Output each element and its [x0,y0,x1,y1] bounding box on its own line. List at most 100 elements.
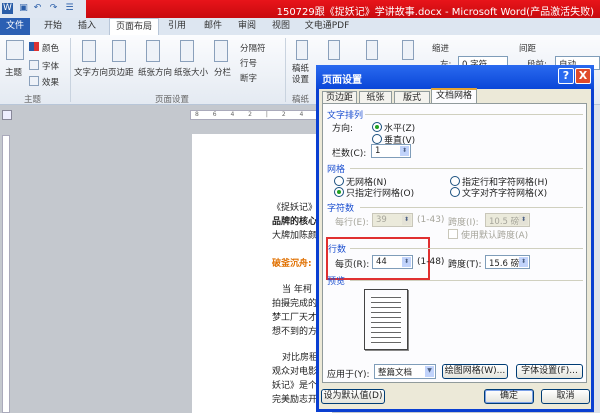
preview-section: 预览 [327,277,346,287]
drawing-grid-button[interactable]: 绘图网格(W)... [442,364,508,379]
doc-line: 观众对电影 [272,367,318,377]
tab-pdf[interactable]: 文电通PDF [302,18,352,35]
vertical-radio[interactable] [372,134,382,144]
spinner-icon[interactable]: ⬍ [400,146,409,156]
per-line-range: (1-43) [417,215,445,225]
spinner-icon[interactable]: ⬍ [519,215,528,225]
tab-selector-icon[interactable] [2,110,12,120]
theme-button[interactable]: 主题 [5,66,22,78]
doc-line: 品牌的核心 [272,217,318,227]
spinner-icon[interactable]: ⬍ [402,257,411,267]
tab-mailings[interactable]: 邮件 [198,18,228,35]
tab-file[interactable]: 文件 [0,18,30,35]
margins-button[interactable]: 页边距 [108,66,134,78]
doc-line: 完美励志开 [272,395,318,405]
no-grid-radio[interactable] [334,176,344,186]
fonts-button[interactable]: 字体 [42,60,59,72]
set-default-button[interactable]: 设为默认值(D) [321,389,385,404]
tab-review[interactable]: 审阅 [232,18,262,35]
char-pitch-label: 跨度(I): [448,218,479,228]
doc-line: 《捉妖记》 [272,203,318,213]
text-flow-section: 文字排列 [327,111,364,121]
text-direction-button[interactable]: 文字方向 [74,66,108,78]
doc-line: 拍摄完成的 [272,299,318,309]
word-icon: W [2,3,13,14]
horizontal-radio[interactable] [372,122,382,132]
size-icon [180,40,194,62]
manuscript-button[interactable]: 稿纸设置 [292,64,310,86]
chevron-down-icon[interactable]: ▼ [425,366,434,377]
watermark-icon[interactable] [328,40,340,60]
horizontal-ruler[interactable]: 8 6 4 2 | 2 4 [190,110,320,120]
divider [365,114,583,115]
tab-references[interactable]: 引用 [162,18,192,35]
line-numbers-button[interactable]: 行号 [240,57,257,69]
default-pitch-checkbox[interactable] [448,229,458,239]
orientation-button[interactable]: 纸张方向 [138,66,172,78]
tab-page-layout[interactable]: 页面布局 [109,18,159,35]
columns-input[interactable]: 1 ⬍ [371,144,411,158]
doc-line: 当 年柯 [282,285,312,295]
tab-home[interactable]: 开始 [38,18,68,35]
per-page-value: 44 [376,257,387,267]
snap-chars-grid-radio[interactable] [450,187,460,197]
tab-insert[interactable]: 插入 [72,18,102,35]
spinner-icon[interactable]: ⬍ [519,257,528,267]
doc-line: 想不到的方 [272,327,318,337]
theme-icon[interactable] [6,40,24,60]
colors-icon [29,42,39,51]
text-direction-icon [82,40,96,62]
close-button[interactable]: X [575,68,591,84]
list-icon[interactable]: ☰ [64,3,75,14]
lines-only-grid-radio[interactable] [334,187,344,197]
cancel-button[interactable]: 取消 [541,389,590,404]
divider [350,280,583,281]
doc-line: 妖记》是个 [272,381,318,391]
default-pitch-label: 使用默认跨度(A) [461,231,529,241]
divider [350,248,583,249]
effects-button[interactable]: 效果 [42,76,59,88]
char-pitch-input[interactable]: 10.5 磅 ⬍ [485,213,530,227]
margins-icon [112,40,126,62]
font-settings-button[interactable]: 字体设置(F)... [516,364,583,379]
line-pitch-input[interactable]: 15.6 磅 ⬍ [485,255,530,269]
save-icon[interactable]: ▣ [18,3,29,14]
vertical-scrollbar[interactable] [594,105,600,413]
hyphenation-button[interactable]: 断字 [240,72,257,84]
per-page-label: 每页(R): [335,260,370,270]
breaks-button[interactable]: 分隔符 [240,42,266,54]
per-line-label: 每行(E): [335,218,369,228]
indent-title: 缩进 [432,44,450,54]
spinner-icon[interactable]: ⬍ [402,215,411,225]
size-button[interactable]: 纸张大小 [174,66,208,78]
spacing-title: 间距 [519,44,537,54]
grid-section: 网格 [327,165,346,175]
per-line-input[interactable]: 39 ⬍ [372,213,413,227]
columns-button[interactable]: 分栏 [214,66,231,78]
manuscript-icon [296,40,308,60]
line-pitch-label: 跨度(T): [448,260,482,270]
tab-view[interactable]: 视图 [266,18,296,35]
tab-document-grid[interactable]: 文档网格 [431,88,477,104]
doc-line: 大牌加陈颜 [272,231,318,241]
divider [350,168,583,169]
redo-icon[interactable]: ↷ [48,3,59,14]
direction-label: 方向: [332,124,354,134]
per-page-input[interactable]: 44 ⬍ [372,255,413,269]
help-button[interactable]: ? [558,68,574,84]
doc-heading: 破釜沉舟: [272,259,312,269]
per-page-range: (1-48) [417,257,445,267]
vertical-ruler[interactable] [2,135,10,413]
columns-icon [214,40,228,62]
page-borders-icon[interactable] [402,40,414,60]
page-color-icon[interactable] [366,40,378,60]
preview-page-icon [364,289,408,350]
ok-button[interactable]: 确定 [484,389,534,404]
dialog-title: 页面设置 [316,65,594,89]
lines-chars-grid-radio[interactable] [450,176,460,186]
apply-to-select[interactable]: 整篇文档 ▼ [374,364,436,379]
undo-icon[interactable]: ↶ [32,3,43,14]
columns-label: 栏数(C): [332,149,367,159]
per-line-value: 39 [376,215,387,225]
colors-button[interactable]: 颜色 [42,42,59,54]
